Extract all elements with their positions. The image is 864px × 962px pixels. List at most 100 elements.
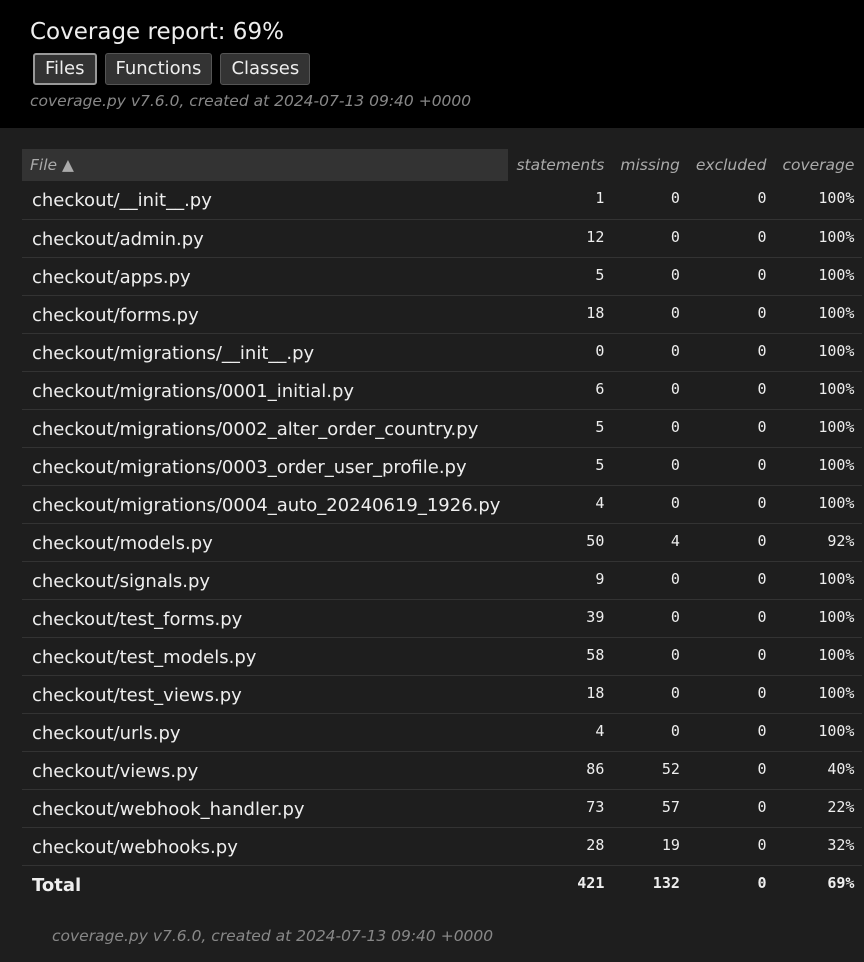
file-link[interactable]: checkout/views.py [22, 751, 509, 790]
column-header-statements[interactable]: statements [508, 149, 612, 181]
file-link[interactable]: checkout/__init__.py [22, 181, 509, 220]
file-link[interactable]: checkout/migrations/__init__.py [22, 333, 509, 372]
excluded-cell: 0 [687, 409, 775, 448]
excluded-cell: 0 [687, 637, 775, 676]
statements-cell: 4 [508, 713, 613, 752]
file-link[interactable]: checkout/forms.py [22, 295, 509, 334]
file-link[interactable]: checkout/urls.py [22, 713, 509, 752]
coverage-cell: 100% [774, 561, 863, 600]
file-link[interactable]: checkout/webhook_handler.py [22, 789, 509, 828]
statements-cell: 73 [508, 789, 613, 828]
statements-cell: 50 [508, 523, 613, 562]
excluded-cell: 0 [687, 751, 775, 790]
files-button[interactable]: Files [33, 53, 97, 85]
file-link[interactable]: checkout/webhooks.py [22, 827, 509, 866]
coverage-cell: 100% [774, 333, 863, 372]
excluded-cell: 0 [687, 599, 775, 638]
excluded-cell: 0 [687, 789, 775, 828]
table-row: checkout/test_views.py 18 0 0 100% [22, 675, 863, 714]
statements-cell: 5 [508, 409, 613, 448]
coverage-cell: 100% [774, 295, 863, 334]
excluded-cell: 0 [687, 257, 775, 296]
column-header-missing[interactable]: missing [612, 149, 688, 181]
statements-cell: 5 [508, 447, 613, 486]
statements-cell: 18 [508, 295, 613, 334]
excluded-cell: 0 [687, 219, 775, 258]
total-label: Total [32, 874, 82, 896]
created-info: coverage.py v7.6.0, created at 2024-07-1… [30, 92, 472, 110]
view-buttons: Files Functions Classes [33, 53, 834, 85]
coverage-cell: 32% [774, 827, 863, 866]
page-title: Coverage report: 69% [30, 19, 284, 45]
table-row: checkout/urls.py 4 0 0 100% [22, 713, 863, 752]
coverage-cell: 100% [774, 371, 863, 410]
excluded-cell: 0 [687, 827, 775, 866]
table-row: checkout/migrations/__init__.py 0 0 0 100% [22, 333, 863, 372]
column-header-coverage[interactable]: coverage [774, 149, 862, 181]
file-link[interactable]: checkout/apps.py [22, 257, 509, 296]
missing-cell: 0 [612, 181, 688, 220]
coverage-cell: 100% [774, 409, 863, 448]
missing-cell: 0 [612, 561, 688, 600]
statements-cell: 9 [508, 561, 613, 600]
coverage-cell: 100% [774, 219, 863, 258]
table-row: checkout/models.py 50 4 0 92% [22, 523, 863, 562]
coverage-cell: 100% [774, 181, 863, 220]
total-coverage: 69% [827, 873, 855, 892]
coverage-cell: 100% [774, 713, 863, 752]
file-link[interactable]: checkout/models.py [22, 523, 509, 562]
excluded-cell: 0 [687, 181, 775, 220]
statements-cell: 58 [508, 637, 613, 676]
statements-cell: 1 [508, 181, 613, 220]
coverage-cell: 22% [774, 789, 863, 828]
total-missing: 132 [652, 873, 680, 892]
coverage-table: File ▲ statements missing excluded cover… [22, 149, 863, 905]
coverage-cell: 100% [774, 637, 863, 676]
table-row: checkout/admin.py 12 0 0 100% [22, 219, 863, 258]
missing-cell: 0 [612, 371, 688, 410]
table-row: checkout/migrations/0002_alter_order_cou… [22, 409, 863, 448]
classes-button[interactable]: Classes [220, 53, 311, 85]
file-link[interactable]: checkout/migrations/0004_auto_20240619_1… [22, 485, 509, 524]
file-link[interactable]: checkout/test_models.py [22, 637, 509, 676]
file-link[interactable]: checkout/migrations/0003_order_user_prof… [22, 447, 509, 486]
functions-button[interactable]: Functions [104, 53, 213, 85]
table-row: checkout/__init__.py 1 0 0 100% [22, 181, 863, 220]
column-header-file[interactable]: File ▲ [22, 149, 509, 181]
total-statements: 421 [577, 873, 605, 892]
excluded-cell: 0 [687, 561, 775, 600]
table-header-row: File ▲ statements missing excluded cover… [22, 149, 862, 181]
column-header-excluded[interactable]: excluded [688, 149, 775, 181]
table-row: checkout/forms.py 18 0 0 100% [22, 295, 863, 334]
file-link[interactable]: checkout/admin.py [22, 219, 509, 258]
missing-cell: 0 [612, 485, 688, 524]
table-row: checkout/migrations/0004_auto_20240619_1… [22, 485, 863, 524]
report-header: Coverage report: 69% Files Functions Cla… [0, 0, 864, 128]
coverage-cell: 100% [774, 675, 863, 714]
table-row: checkout/test_forms.py 39 0 0 100% [22, 599, 863, 638]
missing-cell: 0 [612, 637, 688, 676]
excluded-cell: 0 [687, 485, 775, 524]
file-link[interactable]: checkout/migrations/0001_initial.py [22, 371, 509, 410]
statements-cell: 12 [508, 219, 613, 258]
missing-cell: 19 [612, 827, 688, 866]
table-row: checkout/views.py 86 52 0 40% [22, 751, 863, 790]
statements-cell: 4 [508, 485, 613, 524]
file-link[interactable]: checkout/test_views.py [22, 675, 509, 714]
excluded-cell: 0 [687, 523, 775, 562]
statements-cell: 86 [508, 751, 613, 790]
missing-cell: 0 [612, 713, 688, 752]
coverage-cell: 100% [774, 257, 863, 296]
total-row: Total 421 132 0 69% [22, 865, 862, 905]
table-row: checkout/apps.py 5 0 0 100% [22, 257, 863, 296]
file-link[interactable]: checkout/migrations/0002_alter_order_cou… [22, 409, 509, 448]
table-row: checkout/webhook_handler.py 73 57 0 22% [22, 789, 863, 828]
table-row: checkout/migrations/0003_order_user_prof… [22, 447, 863, 486]
file-link[interactable]: checkout/test_forms.py [22, 599, 509, 638]
file-link[interactable]: checkout/signals.py [22, 561, 509, 600]
excluded-cell: 0 [687, 371, 775, 410]
missing-cell: 0 [612, 333, 688, 372]
missing-cell: 57 [612, 789, 688, 828]
statements-cell: 28 [508, 827, 613, 866]
table-row: checkout/webhooks.py 28 19 0 32% [22, 827, 863, 866]
